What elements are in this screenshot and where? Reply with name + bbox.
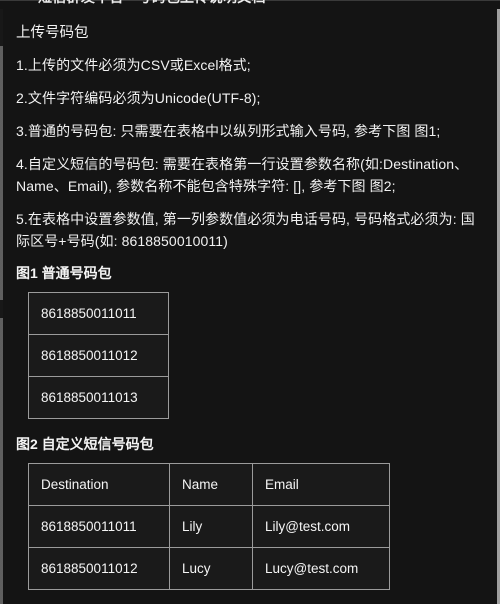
clipped-header-title: 短信群发平台 - 号码包上传说明文档 — [38, 0, 266, 7]
table-cell: Lucy — [169, 547, 253, 590]
figure2-table-body: 8618850011011 Lily Lily@test.com 8618850011… — [28, 505, 390, 590]
page-title: 上传号码包 — [16, 25, 89, 41]
document-content: 上传号码包 1.上传的文件必须为CSV或Excel格式; 2.文件字符编码必须为… — [0, 9, 500, 604]
table-column-header: Email — [252, 463, 390, 506]
table-column-header: Name — [169, 463, 253, 506]
help-document-window: 短信群发平台 - 号码包上传说明文档 上传号码包 1.上传的文件必须为CSV或E… — [0, 0, 500, 604]
rule-item-3: 3.普通的号码包: 只需要在表格中以纵列形式输入号码, 参考下图 图1; — [16, 123, 441, 139]
table-row: 8618850011013 — [28, 376, 169, 419]
clipped-header-bar: 短信群发平台 - 号码包上传说明文档 — [0, 0, 500, 9]
rule-item-5: 5.在表格中设置参数值, 第一列参数值必须为电话号码, 号码格式必须为: 国际区… — [16, 211, 475, 249]
rule-item-2: 2.文件字符编码必须为Unicode(UTF-8); — [16, 90, 261, 106]
figure1-table-body: 8618850011011 8618850011012 8618850011013 — [28, 292, 169, 419]
table-cell: 8618850011012 — [28, 547, 170, 590]
table-cell: 8618850011011 — [28, 505, 170, 548]
rule-item-4: 4.自定义短信的号码包: 需要在表格第一行设置参数名称(如:Destinatio… — [16, 156, 469, 194]
figure2-caption: 图2 自定义短信号码包 — [16, 436, 154, 452]
table-header-row: Destination Name Email — [28, 463, 390, 506]
table-cell-number: 8618850011013 — [28, 376, 169, 419]
rule-item-1: 1.上传的文件必须为CSV或Excel格式; — [16, 57, 251, 73]
figure1-caption: 图1 普通号码包 — [16, 265, 112, 281]
table-row: 8618850011011 Lily Lily@test.com — [28, 505, 390, 548]
figure2-table-head: Destination Name Email — [28, 463, 390, 506]
figure1-table: 8618850011011 8618850011012 8618850011013 — [28, 292, 169, 419]
table-cell: Lily — [169, 505, 253, 548]
figure-spacer — [16, 419, 486, 431]
table-cell: Lily@test.com — [252, 505, 390, 548]
table-cell-number: 8618850011012 — [28, 334, 169, 377]
table-row: 8618850011012 Lucy Lucy@test.com — [28, 547, 390, 590]
table-column-header: Destination — [28, 463, 170, 506]
figure2-table: Destination Name Email 8618850011011 Lily Li… — [28, 463, 390, 590]
table-cell-number: 8618850011011 — [28, 292, 169, 335]
table-row: 8618850011011 — [28, 292, 169, 335]
table-cell: Lucy@test.com — [252, 547, 390, 590]
table-row: 8618850011012 — [28, 334, 169, 377]
